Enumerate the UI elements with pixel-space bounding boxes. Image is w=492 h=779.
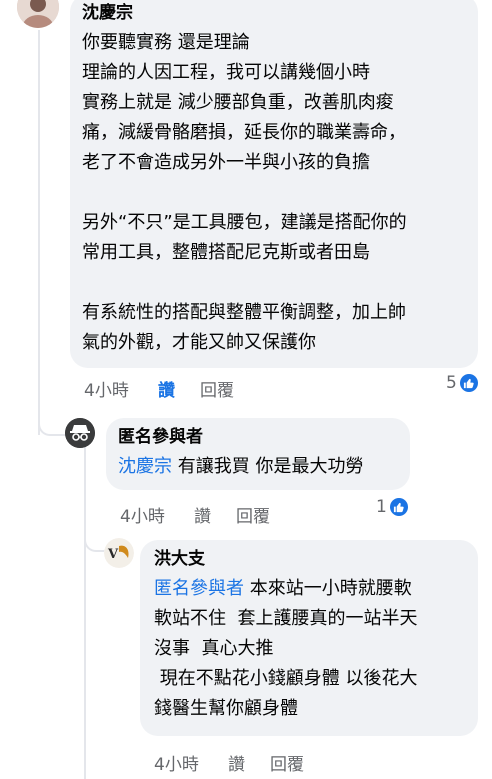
reaction-count: 1 (376, 497, 387, 517)
reply-button[interactable]: 回覆 (200, 376, 234, 401)
like-icon (389, 498, 408, 516)
comment-line: 沒事 真心大推 (154, 638, 274, 659)
comment-text: 匿名參與者 本來站一小時就腰軟 軟站不住 套上護腰真的一站半天 沒事 真心大推 … (154, 574, 464, 724)
avatar[interactable] (17, 0, 59, 28)
svg-text:V: V (107, 547, 119, 562)
anonymous-participant-icon[interactable] (65, 418, 95, 448)
comment-text: 你要聽實務 還是理論 理論的人因工程，我可以講幾個小時 實務上就是 減少腰部負重… (82, 28, 466, 358)
reply-button[interactable]: 回覆 (236, 502, 270, 527)
mention-link[interactable]: 匿名參與者 (154, 578, 244, 599)
like-icon (459, 374, 478, 392)
thread-line-reply (84, 446, 86, 779)
timestamp[interactable]: 4小時 (84, 376, 129, 401)
thread-line-main (38, 30, 40, 435)
timestamp[interactable]: 4小時 (154, 750, 199, 775)
comment-author[interactable]: 沈慶宗 (82, 2, 466, 24)
comment-line: 軟站不住 套上護腰真的一站半天 (154, 608, 418, 629)
thread-line-main-curve (38, 420, 66, 436)
comment-author[interactable]: 洪大支 (154, 548, 464, 570)
timestamp[interactable]: 4小時 (120, 502, 165, 527)
comment-author[interactable]: 匿名參與者 (118, 426, 398, 448)
comment-paragraph: 有系統性的搭配與整體平衡調整，加上帥 氣的外觀，才能又帥又保護你 (82, 302, 406, 353)
comment-actions: 4小時 讚 回覆 (120, 502, 320, 527)
comment-actions: 4小時 讚 回覆 (154, 750, 354, 775)
reply-button[interactable]: 回覆 (270, 750, 304, 775)
reaction-count: 5 (446, 373, 457, 393)
avatar[interactable]: V (104, 538, 134, 568)
comment-line: 錢醫生幫你顧身體 (154, 698, 298, 719)
comment-bubble: 洪大支 匿名參與者 本來站一小時就腰軟 軟站不住 套上護腰真的一站半天 沒事 真… (140, 540, 478, 736)
reaction-summary[interactable]: 1 (376, 497, 408, 517)
like-button[interactable]: 讚 (194, 502, 211, 527)
comment-text: 沈慶宗 有讓我買 你是最大功勞 (118, 452, 398, 482)
mention-link[interactable]: 沈慶宗 (118, 456, 172, 477)
comment-line: 有讓我買 你是最大功勞 (172, 456, 364, 477)
comment-actions: 4小時 讚 回覆 (84, 376, 284, 401)
comment-paragraph: 另外“不只”是工具腰包，建議是搭配你的 常用工具，整體搭配尼克斯或者田島 (82, 212, 407, 263)
comment-bubble: 匿名參與者 沈慶宗 有讓我買 你是最大功勞 (106, 418, 410, 490)
thread-line-reply-curve (84, 536, 106, 552)
comment-line: 本來站一小時就腰軟 (244, 578, 412, 599)
like-button[interactable]: 讚 (158, 376, 175, 401)
comment-line: 現在不點花小錢顧身體 以後花大 (154, 668, 418, 689)
reaction-summary[interactable]: 5 (446, 373, 478, 393)
like-button[interactable]: 讚 (228, 750, 245, 775)
comment-bubble: 沈慶宗 你要聽實務 還是理論 理論的人因工程，我可以講幾個小時 實務上就是 減少… (70, 0, 478, 368)
comment-paragraph: 你要聽實務 還是理論 理論的人因工程，我可以講幾個小時 實務上就是 減少腰部負重… (82, 32, 406, 173)
